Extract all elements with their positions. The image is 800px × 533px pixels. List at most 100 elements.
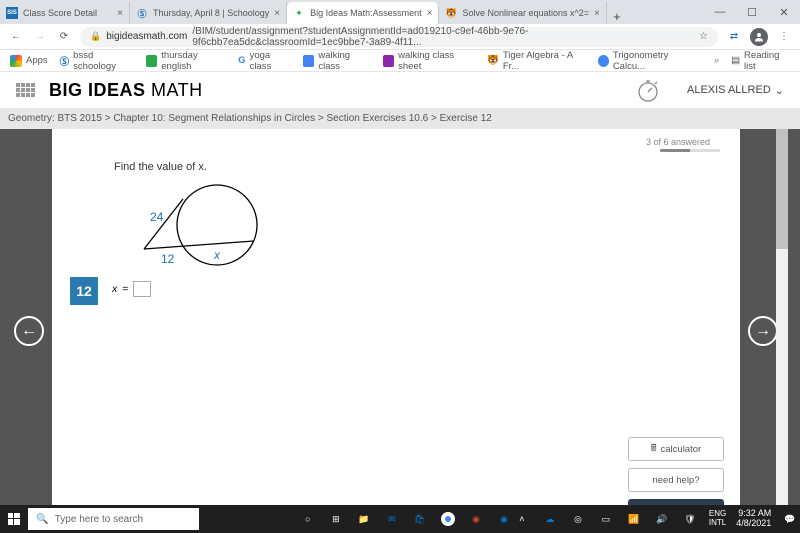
url-input[interactable]: 🔒 bigideasmath.com/BIM/student/assignmen…	[80, 27, 718, 47]
taskbar-apps: ○ ⊞ 📁 ✉ 🛍 ◉ ◉	[299, 510, 513, 528]
forward-button[interactable]: →	[32, 31, 48, 42]
tab-0[interactable]: SISClass Score Detail×	[0, 2, 130, 24]
battery-icon[interactable]: ▭	[597, 510, 615, 528]
list-icon: ▤	[731, 55, 740, 66]
store-icon[interactable]: 🛍	[411, 510, 429, 528]
bookmarks-bar: Apps Ⓢbssd schoology thursday english Gy…	[0, 50, 800, 72]
url-path: /BIM/student/assignment?studentAssignmen…	[192, 26, 694, 48]
edge-icon[interactable]: ◉	[495, 510, 513, 528]
bookmark-yoga[interactable]: Gyoga class	[238, 50, 291, 72]
close-icon[interactable]: ×	[594, 8, 600, 19]
search-icon: 🔍	[36, 514, 48, 525]
secant-ext-label: 12	[161, 252, 175, 266]
evernote-icon	[146, 55, 157, 67]
bookmark-english[interactable]: thursday english	[146, 50, 226, 72]
url-host: bigideasmath.com	[106, 31, 187, 42]
google-icon: G	[238, 55, 245, 66]
stopwatch-icon[interactable]	[635, 77, 661, 103]
address-bar: ← → ⟳ 🔒 bigideasmath.com/BIM/student/ass…	[0, 24, 800, 50]
bookmark-overflow[interactable]: »	[714, 55, 719, 66]
question-prompt: Find the value of x.	[114, 161, 207, 173]
bookmark-walking-sheet[interactable]: walking class sheet	[383, 50, 475, 72]
next-question-button[interactable]: →	[748, 316, 778, 346]
exercise-canvas: ← 3 of 6 answered Find the value of x. 2…	[0, 129, 800, 533]
progress-bar	[660, 149, 720, 152]
tab-label: Solve Nonlinear equations x^2=	[462, 8, 589, 18]
close-button[interactable]: ✕	[768, 0, 800, 24]
reading-list-button[interactable]: ▤Reading list	[731, 50, 790, 72]
question-number-tile: 12	[70, 277, 98, 305]
progress-label: 3 of 6 answered	[646, 137, 710, 147]
apps-icon	[10, 55, 22, 67]
apps-button[interactable]: Apps	[10, 55, 48, 67]
calculator-icon: 🖩	[651, 441, 657, 457]
cortana-icon[interactable]: ○	[299, 510, 317, 528]
schoology-icon: Ⓢ	[136, 7, 148, 19]
equals-sign: =	[122, 283, 128, 295]
maximize-button[interactable]: ☐	[736, 0, 768, 24]
language-indicator[interactable]: ENGINTL	[709, 510, 726, 528]
chord-label: x	[213, 248, 221, 262]
onedrive-icon[interactable]: ☁	[541, 510, 559, 528]
bookmark-tiger[interactable]: 🐯Tiger Algebra - A Fr...	[487, 50, 586, 72]
star-icon[interactable]: ☆	[699, 31, 708, 42]
calculator-button[interactable]: 🖩calculator	[628, 437, 724, 461]
bookmark-trig[interactable]: Trigonometry Calcu...	[598, 50, 698, 72]
tab-1[interactable]: Ⓢ Thursday, April 8 | Schoology ×	[130, 2, 287, 24]
mail-icon[interactable]: ✉	[383, 510, 401, 528]
taskbar-search[interactable]: 🔍Type here to search	[28, 508, 199, 530]
task-view-icon[interactable]: ⊞	[327, 510, 345, 528]
lock-icon: 🔒	[90, 31, 101, 42]
answer-var: x	[112, 283, 117, 295]
schoology-icon: Ⓢ	[60, 54, 70, 68]
extensions-button[interactable]: ⇄	[726, 31, 742, 42]
answer-row: x =	[112, 281, 151, 297]
back-button[interactable]: ←	[8, 31, 24, 42]
bookmark-walking[interactable]: walking class	[303, 50, 371, 72]
close-icon[interactable]: ×	[274, 8, 280, 19]
user-menu[interactable]: ALEXIS ALLRED⌄	[687, 84, 784, 97]
tangent-label: 24	[150, 210, 164, 224]
notifications-button[interactable]: 💬	[779, 514, 800, 525]
tab-3[interactable]: 🐯Solve Nonlinear equations x^2=×	[439, 2, 606, 24]
breadcrumb: Geometry: BTS 2015 > Chapter 10: Segment…	[0, 108, 800, 129]
scrollbar-thumb[interactable]	[776, 129, 788, 249]
answer-input[interactable]	[133, 281, 151, 297]
help-button[interactable]: need help?	[628, 468, 724, 492]
menu-button[interactable]: ⋮	[776, 31, 792, 42]
prev-question-button[interactable]: ←	[14, 316, 44, 346]
close-icon[interactable]: ×	[117, 8, 123, 19]
app-header: BIG IDEAS MATH ALEXIS ALLRED⌄	[0, 72, 800, 108]
reload-button[interactable]: ⟳	[56, 31, 72, 42]
minimize-button[interactable]: —	[704, 0, 736, 24]
chrome-icon[interactable]	[439, 510, 457, 528]
sis-icon: SIS	[6, 7, 18, 19]
tiger-icon: 🐯	[487, 55, 499, 66]
bookmark-bssd[interactable]: Ⓢbssd schoology	[60, 50, 134, 72]
grip-icon[interactable]	[16, 83, 35, 97]
globe-icon	[598, 55, 609, 67]
new-tab-button[interactable]: +	[607, 9, 627, 24]
close-icon[interactable]: ×	[427, 8, 433, 19]
geometry-diagram: 24 12 x	[122, 179, 272, 279]
window-controls: — ☐ ✕	[704, 0, 800, 24]
location-icon[interactable]: ◎	[569, 510, 587, 528]
explorer-icon[interactable]: 📁	[355, 510, 373, 528]
tab-2-active[interactable]: ✦Big Ideas Math:Assessment×	[287, 2, 439, 24]
vertical-scrollbar[interactable]	[776, 129, 788, 533]
wifi-icon[interactable]: 📶	[625, 510, 643, 528]
volume-icon[interactable]: 🔊	[653, 510, 671, 528]
bim-icon: ✦	[293, 7, 305, 19]
taskbar: 🔍Type here to search ○ ⊞ 📁 ✉ 🛍 ◉ ◉ ˄ ☁ ◎…	[0, 505, 800, 533]
tab-label: Thursday, April 8 | Schoology	[153, 8, 269, 18]
profile-avatar[interactable]	[750, 28, 768, 46]
doc-icon	[303, 55, 314, 67]
system-tray: ˄ ☁ ◎ ▭ 📶 🔊 🛡 ENGINTL 9:32 AM4/8/2021	[513, 509, 771, 529]
security-icon[interactable]: 🛡	[681, 510, 699, 528]
chevron-down-icon: ⌄	[775, 84, 784, 97]
tray-chevron-icon[interactable]: ˄	[513, 510, 531, 528]
progress-fill	[660, 149, 690, 152]
start-button[interactable]	[0, 513, 28, 525]
clock[interactable]: 9:32 AM4/8/2021	[736, 509, 771, 529]
powerpoint-icon[interactable]: ◉	[467, 510, 485, 528]
